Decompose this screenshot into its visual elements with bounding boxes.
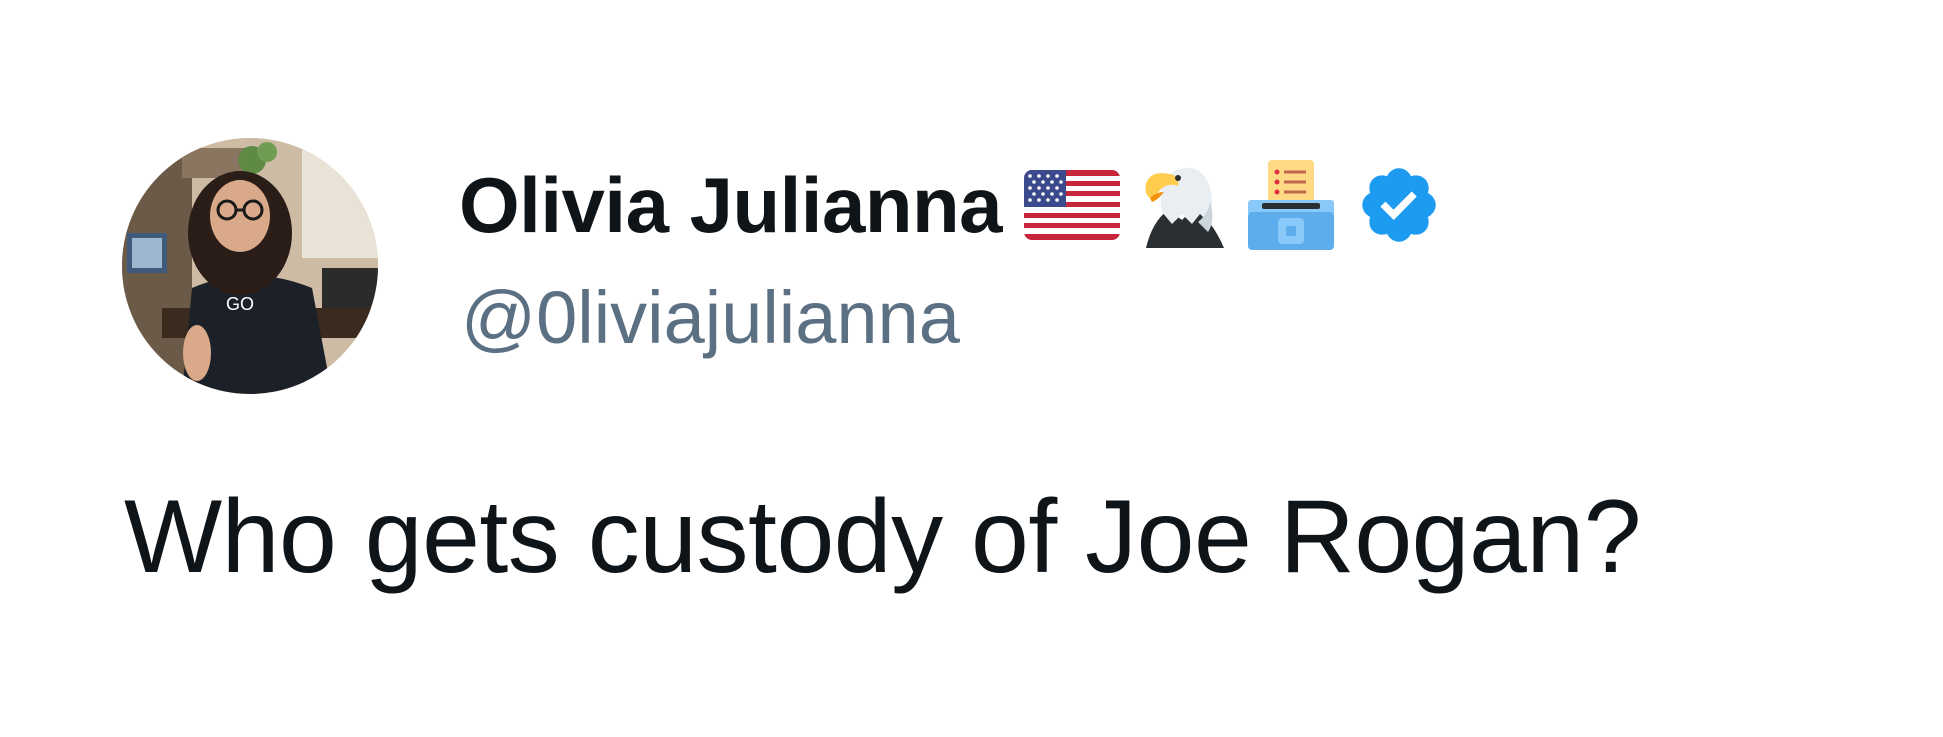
- us-flag-icon: [1024, 170, 1121, 240]
- display-name[interactable]: Olivia Julianna: [459, 160, 1003, 251]
- tweet-text: Who gets custody of Joe Rogan?: [124, 479, 1642, 595]
- verified-badge-icon[interactable]: [1356, 162, 1442, 248]
- avatar[interactable]: GO: [122, 138, 378, 394]
- tweet-card: GO Olivia Julianna @0liviajulianna Who g…: [0, 0, 1943, 737]
- avatar-photo: GO: [122, 138, 378, 394]
- shirt-text: GO: [226, 294, 254, 314]
- author-name-row: Olivia Julianna: [459, 160, 1442, 250]
- eagle-icon: [1142, 162, 1226, 248]
- ballot-box-icon: [1248, 160, 1335, 250]
- author-handle[interactable]: @0liviajulianna: [461, 275, 960, 360]
